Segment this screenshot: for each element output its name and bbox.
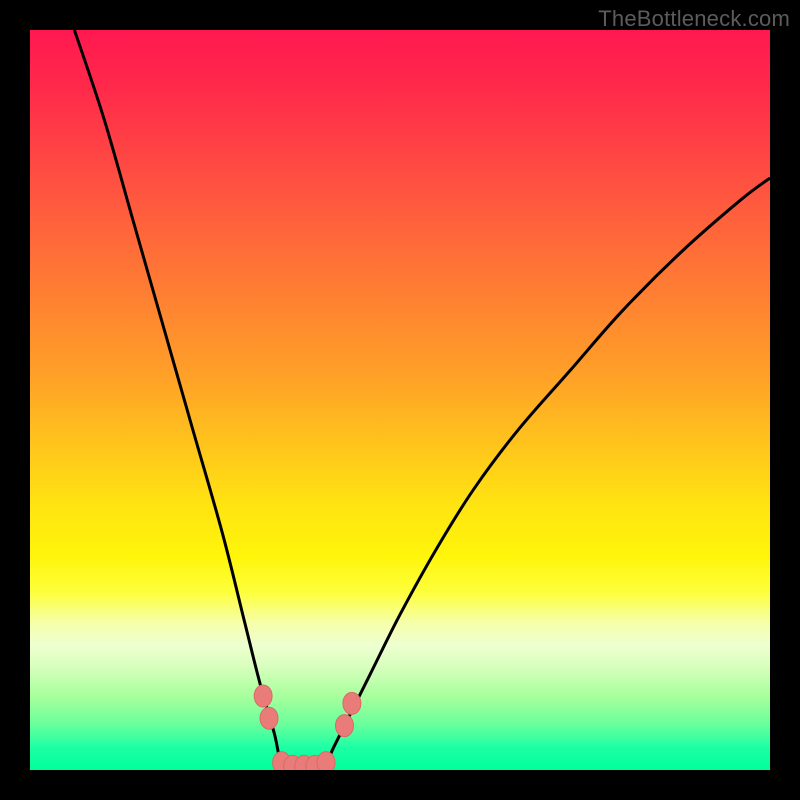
marker-right-cluster-lower bbox=[336, 715, 354, 737]
outer-frame: TheBottleneck.com bbox=[0, 0, 800, 800]
plot-area bbox=[30, 30, 770, 770]
marker-floor-5 bbox=[317, 752, 335, 770]
marker-group bbox=[254, 685, 361, 770]
chart-svg bbox=[30, 30, 770, 770]
marker-left-cluster-upper bbox=[254, 685, 272, 707]
marker-right-cluster-upper bbox=[343, 692, 361, 714]
marker-left-cluster-lower bbox=[260, 707, 278, 729]
bottleneck-curve bbox=[74, 30, 770, 770]
watermark-text: TheBottleneck.com bbox=[598, 6, 790, 32]
